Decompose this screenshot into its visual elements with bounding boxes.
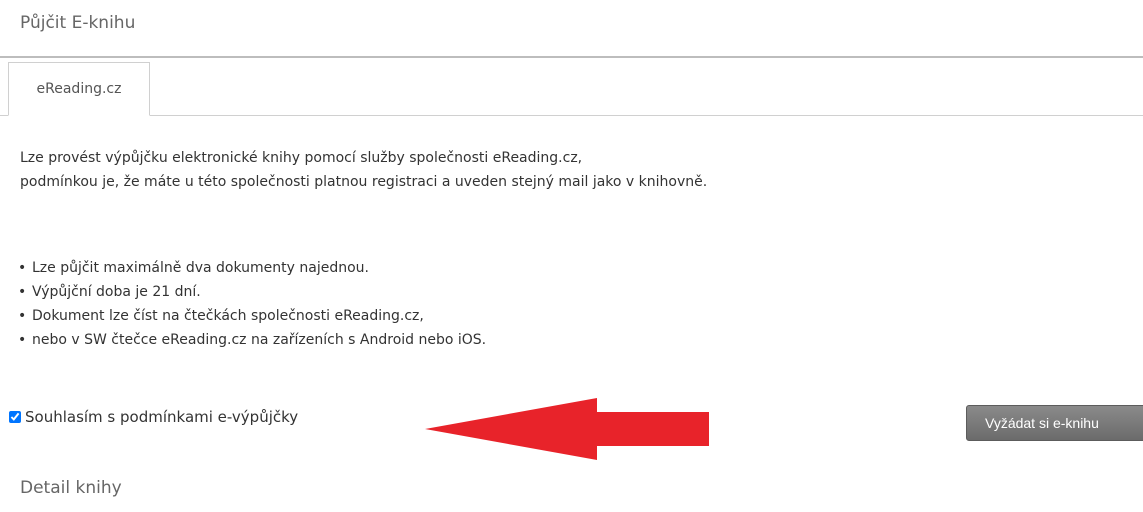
left-arrow-icon [425, 398, 709, 460]
intro-text: Lze provést výpůjčku elektronické knihy … [20, 146, 707, 194]
consent-checkbox[interactable] [9, 411, 21, 423]
consent-checkbox-row[interactable]: Souhlasím s podmínkami e-výpůjčky [9, 408, 298, 426]
tab-ereading[interactable]: eReading.cz [8, 62, 150, 116]
conditions-list: Lze půjčit maximálně dva dokumenty najed… [18, 256, 486, 352]
list-item: Dokument lze číst na čtečkách společnost… [18, 304, 486, 328]
section-divider [0, 56, 1143, 58]
list-item: nebo v SW čtečce eReading.cz na zařízení… [18, 328, 486, 352]
intro-line-2: podmínkou je, že máte u této společnosti… [20, 174, 708, 190]
tabs-baseline [0, 115, 1143, 116]
request-ebook-button[interactable]: Vyžádat si e-knihu [966, 405, 1143, 441]
list-item: Výpůjční doba je 21 dní. [18, 280, 486, 304]
intro-line-1: Lze provést výpůjčku elektronické knihy … [20, 150, 583, 166]
consent-label: Souhlasím s podmínkami e-výpůjčky [25, 408, 299, 426]
section-title: Půjčit E-knihu [20, 13, 136, 33]
detail-title: Detail knihy [20, 478, 122, 498]
list-item: Lze půjčit maximálně dva dokumenty najed… [18, 256, 486, 280]
